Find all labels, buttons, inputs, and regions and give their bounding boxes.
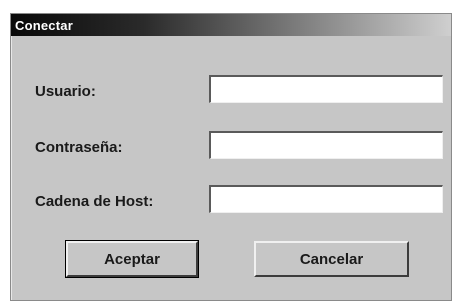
password-input[interactable]: [209, 131, 443, 159]
password-label: Contraseña:: [35, 139, 123, 156]
title-bar[interactable]: Conectar: [11, 14, 451, 36]
username-input[interactable]: [209, 75, 443, 103]
host-string-input[interactable]: [209, 185, 443, 213]
connect-dialog: Conectar Usuario: Contraseña: Cadena de …: [10, 13, 452, 301]
accept-button[interactable]: Aceptar: [65, 240, 199, 278]
cancel-button[interactable]: Cancelar: [254, 241, 409, 277]
host-string-label: Cadena de Host:: [35, 193, 154, 210]
username-label: Usuario:: [35, 83, 96, 100]
dialog-title: Conectar: [15, 17, 73, 33]
